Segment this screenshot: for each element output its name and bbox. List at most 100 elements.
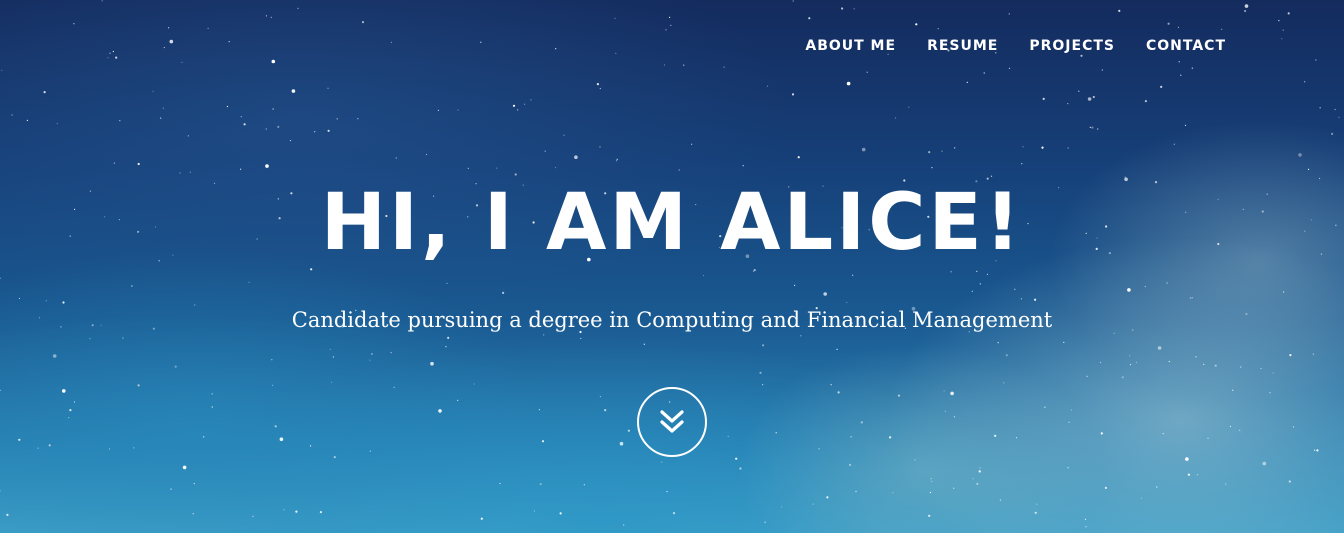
star [271,59,276,64]
star [277,125,280,128]
star [928,151,931,154]
star [1104,486,1107,489]
star [997,342,999,344]
star [1292,426,1295,428]
star [18,438,21,441]
star [252,515,254,517]
star [283,509,285,511]
star [395,157,397,159]
star [661,461,663,463]
star [954,147,956,149]
star [1189,297,1191,299]
star [797,156,800,159]
star [1168,360,1170,363]
star [530,99,532,101]
star [1334,108,1336,111]
star [480,517,483,520]
star [1316,449,1319,452]
star [574,155,578,159]
star [1100,432,1103,435]
star [1244,9,1247,13]
star [11,114,13,116]
star [846,301,848,304]
star [502,291,505,294]
nav-item-about-me[interactable]: ABOUT ME [805,36,896,56]
star [555,48,557,50]
star [457,399,459,401]
star [683,64,685,66]
star [291,89,296,93]
star [1099,361,1102,364]
star [43,91,46,94]
star [112,50,114,53]
star [616,158,618,160]
star [332,356,334,358]
star [1020,298,1023,300]
star [1272,372,1274,374]
star [841,7,844,10]
star [203,436,205,438]
star [426,153,428,156]
star [915,23,918,26]
star [1087,97,1092,101]
double-chevron-down-icon [660,410,684,433]
star [599,396,602,398]
star [889,436,892,439]
star [69,409,72,412]
star [438,409,442,413]
star [792,0,794,2]
star [1015,437,1018,439]
star [669,16,671,18]
star [1121,376,1124,379]
star [265,15,268,17]
star [1282,29,1284,31]
star [1283,291,1285,293]
star [446,282,448,284]
star [437,109,439,111]
star [133,447,135,449]
star [866,71,868,73]
star [192,513,194,515]
star [666,491,668,493]
star [1089,126,1091,128]
star [908,106,910,108]
star [0,490,1,492]
star [596,83,600,86]
star [26,119,28,121]
star [766,85,769,87]
scroll-down-button[interactable] [637,387,707,457]
star [1160,85,1163,88]
star [1067,467,1069,469]
nav-item-resume[interactable]: RESUME [927,36,998,56]
star [1044,406,1046,408]
star [1156,486,1158,488]
star [1298,153,1302,157]
star [1042,97,1045,100]
star [1,69,3,71]
star [928,514,931,517]
star [152,90,154,92]
star [1244,4,1249,8]
nav-item-contact[interactable]: CONTACT [1146,36,1226,56]
star [297,7,299,9]
star [187,135,189,137]
star [1127,288,1131,292]
star [1070,409,1072,411]
star [615,52,617,54]
star [274,425,277,428]
star [115,56,118,59]
nav-item-projects[interactable]: PROJECTS [1029,36,1115,56]
star [944,410,946,412]
star [1187,473,1190,476]
star [848,463,852,466]
star [1014,288,1016,290]
star [762,344,765,347]
star [665,29,667,31]
star [1166,282,1168,284]
star [327,129,330,132]
star [314,131,316,133]
star [1021,163,1023,165]
star [976,482,979,485]
star [800,335,802,337]
star [846,81,851,86]
